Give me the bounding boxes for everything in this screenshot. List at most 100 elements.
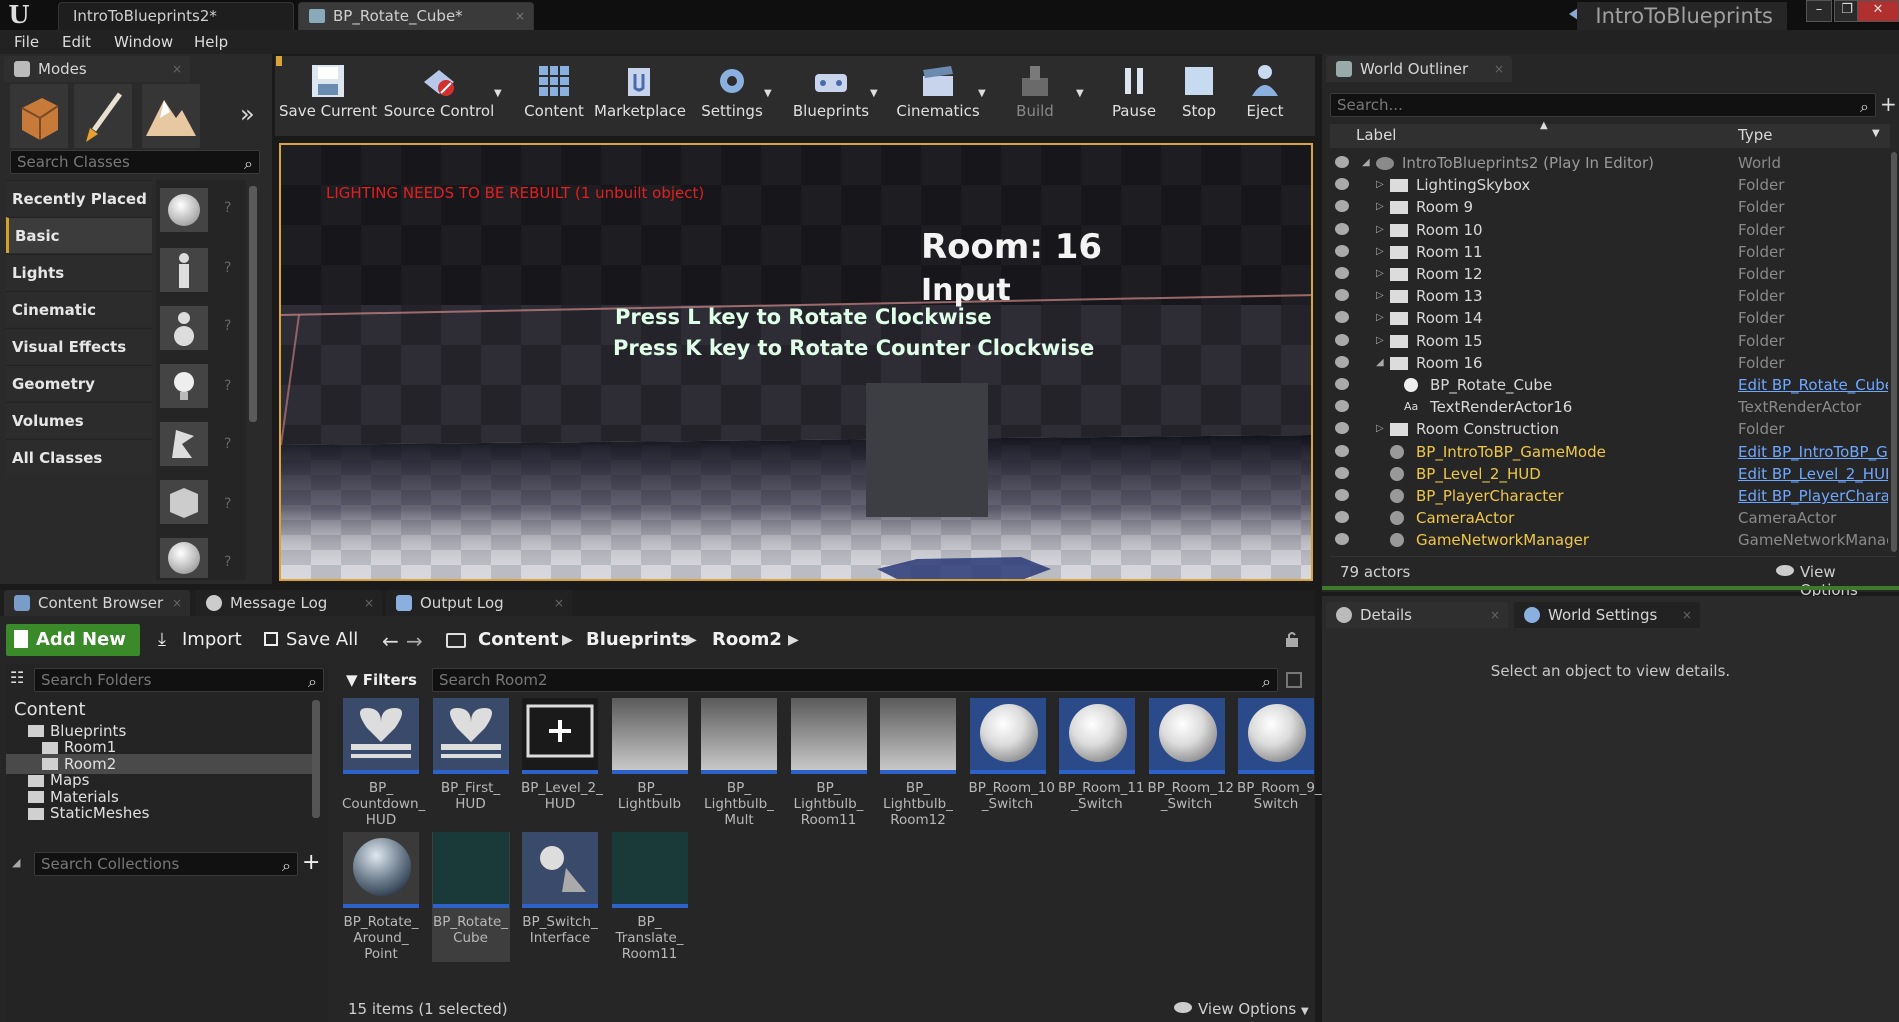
breadcrumb-separator-icon[interactable]: ▶ <box>562 623 573 657</box>
eye-icon[interactable] <box>1335 311 1349 324</box>
minimize-button[interactable]: – <box>1806 0 1832 22</box>
save-current-button[interactable]: Save Current <box>278 58 378 130</box>
help-icon[interactable]: ? <box>224 436 231 452</box>
asset-tile[interactable]: BP_Switch_ Interface <box>521 832 599 962</box>
close-icon[interactable]: × <box>364 590 374 616</box>
outliner-scrollbar[interactable] <box>1891 152 1897 552</box>
filters-button[interactable]: ▼ Filters ▼ <box>346 668 426 712</box>
edit-blueprint-link[interactable]: Edit BP_Level_2_HUD <box>1738 463 1888 485</box>
eye-icon[interactable] <box>1335 178 1349 191</box>
outliner-row[interactable]: ▷ Room 14 Folder <box>1330 307 1890 329</box>
eye-icon[interactable] <box>1335 444 1349 457</box>
collections-toggle-icon[interactable]: ◢ <box>12 856 20 869</box>
outliner-row[interactable]: ▷ Room 12 Folder <box>1330 263 1890 285</box>
save-search-icon[interactable] <box>1286 672 1302 688</box>
tab-output-log[interactable]: Output Log × <box>386 590 572 616</box>
eye-icon[interactable] <box>1335 222 1349 235</box>
tab-details[interactable]: Details × <box>1326 602 1508 628</box>
outliner-row[interactable]: Aa TextRenderActor16 TextRenderActor <box>1330 396 1890 418</box>
category-basic[interactable]: Basic <box>6 217 152 253</box>
expand-arrow-icon[interactable]: ▷ <box>1376 330 1384 352</box>
outliner-row[interactable]: BP_Rotate_Cube Edit BP_Rotate_Cube <box>1330 374 1890 396</box>
close-icon[interactable]: × <box>554 590 564 616</box>
menu-help[interactable]: Help <box>194 30 228 54</box>
expand-arrow-icon[interactable]: ▷ <box>1376 174 1384 196</box>
expand-arrow-icon[interactable]: ▷ <box>1376 263 1384 285</box>
expand-arrow-icon[interactable]: ▷ <box>1376 241 1384 263</box>
modes-scrollbar[interactable] <box>249 186 257 422</box>
asset-tile[interactable]: BP_ Lightbulb <box>611 698 689 828</box>
asset-tile[interactable]: BP_ Lightbulb_ Room11 <box>790 698 868 828</box>
asset-tile[interactable]: BP_ Countdown_ HUD <box>342 698 425 828</box>
expand-arrow-icon[interactable]: ▷ <box>1376 219 1384 241</box>
breadcrumb-separator-icon[interactable]: ▶ <box>788 623 799 657</box>
close-icon[interactable]: × <box>172 590 182 616</box>
edit-blueprint-link[interactable]: Edit BP_PlayerChara <box>1738 485 1888 507</box>
eye-icon[interactable] <box>1335 267 1349 279</box>
help-icon[interactable]: ? <box>224 496 231 512</box>
outliner-row[interactable]: ◢ IntroToBlueprints2 (Play In Editor) Worl… <box>1330 152 1890 174</box>
eye-icon[interactable] <box>1335 489 1349 501</box>
folder-tree-scrollbar[interactable] <box>312 700 320 818</box>
chevron-down-icon[interactable]: ▼ <box>494 88 502 99</box>
chevron-down-icon[interactable]: ▼ <box>764 88 772 99</box>
pause-button[interactable]: Pause <box>1098 58 1170 130</box>
tab-content-browser[interactable]: Content Browser × <box>4 590 190 616</box>
eye-icon[interactable] <box>1335 355 1349 368</box>
search-collections-input[interactable]: Search Collections ⌕ <box>34 852 298 876</box>
chevron-down-icon[interactable]: ▼ <box>870 88 878 99</box>
outliner-row[interactable]: BP_IntroToBP_GameMode Edit BP_IntroToBP_G <box>1330 441 1890 463</box>
close-button[interactable]: ✕ <box>1857 0 1899 22</box>
outliner-row[interactable]: BP_Level_2_HUD Edit BP_Level_2_HUD <box>1330 463 1890 485</box>
eye-icon[interactable] <box>1335 333 1349 346</box>
lock-icon[interactable] <box>1284 630 1300 648</box>
eye-icon[interactable] <box>1335 511 1349 524</box>
menu-window[interactable]: Window <box>114 30 173 54</box>
level-viewport[interactable]: LIGHTING NEEDS TO BE REBUILT (1 unbuilt … <box>279 143 1313 581</box>
breadcrumb-blueprints[interactable]: Blueprints <box>586 623 691 657</box>
outliner-view-options-button[interactable]: View Options <box>1800 563 1896 599</box>
eye-icon[interactable] <box>1335 200 1349 213</box>
add-new-button[interactable]: Add New ▼ <box>6 624 140 680</box>
expand-modes-icon[interactable]: » <box>240 100 260 130</box>
collapse-arrow-icon[interactable]: ◢ <box>1376 352 1384 374</box>
asset-tile[interactable]: BP_ Lightbulb_ Room12 <box>879 698 957 828</box>
content-button[interactable]: Content <box>516 58 592 130</box>
build-button[interactable]: Build <box>998 58 1072 130</box>
search-folders-input[interactable]: Search Folders ⌕ <box>34 668 324 692</box>
marketplace-button[interactable]: Marketplace <box>594 58 686 130</box>
chevron-down-icon[interactable]: ▼ <box>1872 128 1880 139</box>
expand-arrow-icon[interactable]: ▷ <box>1376 196 1384 218</box>
placeable-cube-icon[interactable] <box>160 480 208 524</box>
settings-button[interactable]: Settings <box>692 58 772 130</box>
outliner-row[interactable]: CameraActor CameraActor <box>1330 507 1890 529</box>
asset-view-options-button[interactable]: View Options ▼ <box>1198 1000 1309 1018</box>
tab-message-log[interactable]: Message Log × <box>196 590 382 616</box>
asset-tile[interactable]: BP_Level_2_ HUD <box>521 698 603 828</box>
expand-arrow-icon[interactable]: ▷ <box>1376 285 1384 307</box>
breadcrumb-content[interactable]: Content <box>478 623 559 657</box>
close-icon[interactable]: × <box>172 56 182 82</box>
tab-world-settings[interactable]: World Settings × <box>1514 602 1700 628</box>
search-assets-input[interactable]: Search Room2 ⌕ <box>432 668 1278 692</box>
placeable-pawn-icon[interactable] <box>160 306 208 350</box>
menu-edit[interactable]: Edit <box>62 30 91 54</box>
outliner-row[interactable]: BP_PlayerCharacter Edit BP_PlayerChara <box>1330 485 1890 507</box>
help-icon[interactable]: ? <box>224 260 231 276</box>
save-all-button[interactable]: Save All <box>260 624 360 656</box>
place-mode-icon[interactable] <box>10 84 68 148</box>
cinematics-button[interactable]: Cinematics <box>890 58 986 130</box>
eject-button[interactable]: Eject <box>1234 58 1296 130</box>
eye-icon[interactable] <box>1335 156 1349 168</box>
outliner-row[interactable]: ▷ LightingSkybox Folder <box>1330 174 1890 196</box>
category-lights[interactable]: Lights <box>6 254 152 290</box>
outliner-row[interactable]: ▷ Room 11 Folder <box>1330 241 1890 263</box>
placeable-sphere-icon[interactable] <box>160 538 208 578</box>
placeable-light-icon[interactable] <box>160 364 208 408</box>
category-visual-effects[interactable]: Visual Effects <box>6 328 152 364</box>
close-icon[interactable]: × <box>1682 602 1692 628</box>
asset-tile[interactable]: BP_Room_10 _Switch <box>969 698 1055 828</box>
asset-tile[interactable]: BP_ Translate_ Room11 <box>611 832 689 962</box>
tab-blueprint-document[interactable]: BP_Rotate_Cube* × <box>298 2 534 30</box>
outliner-row[interactable]: ▷ Room 13 Folder <box>1330 285 1890 307</box>
